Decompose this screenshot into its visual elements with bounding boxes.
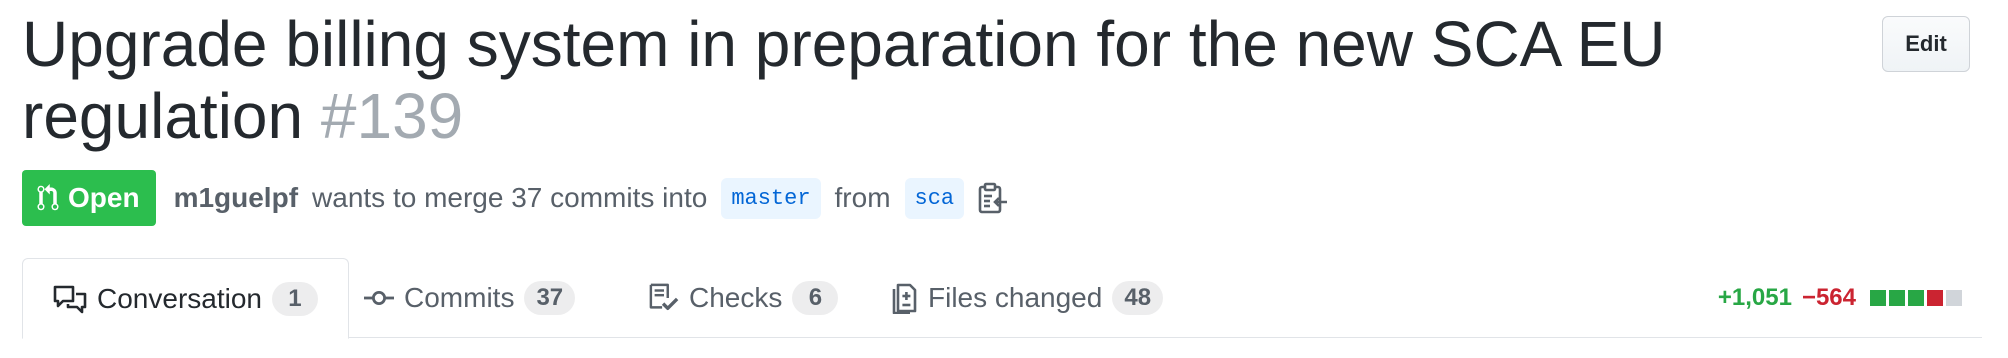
pr-tabs: Conversation 1 Commits 37 Checks 6 Files… [22,258,1982,339]
pr-title: Upgrade billing system in preparation fo… [22,8,1702,152]
merge-text: wants to merge 37 commits into [312,182,708,213]
tab-checks[interactable]: Checks 6 [649,258,839,338]
checklist-icon [649,283,679,310]
edit-button[interactable]: Edit [1882,16,1970,72]
diffstat-block [1889,290,1905,306]
diffstat-deletions: −564 [1801,284,1856,311]
tab-commits-label: Commits [404,282,515,313]
state-badge: Open [22,170,156,226]
author-link[interactable]: m1guelpf [174,182,298,214]
pr-meta: Open m1guelpf wants to merge 37 commits … [22,170,1008,226]
diffstat-block [1908,290,1924,306]
tab-conversation-count: 1 [271,281,318,316]
tab-conversation[interactable]: Conversation 1 [22,258,349,339]
diffstat-block [1927,290,1943,306]
pr-number: #139 [320,80,464,152]
state-label: Open [68,182,140,213]
clippy-copy-icon[interactable] [978,182,1008,214]
diffstat-block [1946,290,1962,306]
tab-files-changed-count: 48 [1112,281,1164,315]
tab-conversation-label: Conversation [97,282,262,314]
from-text: from [834,182,891,213]
diffstat-blocks [1870,290,1962,306]
diffstat-block [1870,290,1886,306]
tab-commits-count: 37 [524,281,576,315]
diffstat-additions: +1,051 [1717,284,1792,311]
base-branch[interactable]: master [721,177,821,219]
git-pull-request-icon [37,184,59,211]
diffstat: +1,051 −564 [1718,284,1962,312]
comment-discussion-icon [53,285,87,313]
file-diff-icon [892,283,917,314]
tab-checks-count: 6 [792,281,839,315]
head-branch[interactable]: sca [904,177,965,219]
pr-header: Upgrade billing system in preparation fo… [22,0,1982,358]
tab-checks-label: Checks [689,282,783,313]
tab-files-changed[interactable]: Files changed 48 [892,258,1164,338]
pr-title-text: Upgrade billing system in preparation fo… [22,8,1666,152]
git-commit-icon [364,291,394,305]
tab-commits[interactable]: Commits 37 [364,258,576,338]
tab-files-changed-label: Files changed [928,282,1103,313]
